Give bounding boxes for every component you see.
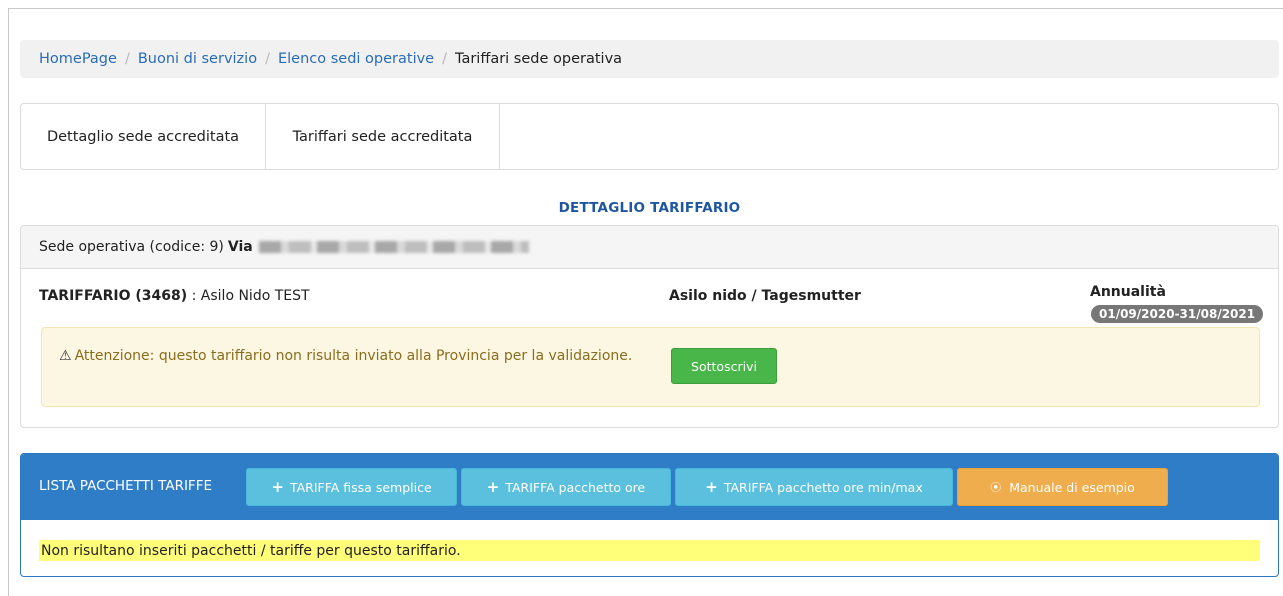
add-fixed-tariff-label: TARIFFA fissa semplice [289,479,432,495]
add-minmax-package-button[interactable]: + TARIFFA pacchetto ore min/max [675,468,953,506]
add-hours-package-button[interactable]: + TARIFFA pacchetto ore [461,468,671,506]
warning-icon: ⚠ [59,348,72,364]
breadcrumb-buoni-di-servizio[interactable]: Buoni di servizio [138,51,257,67]
sede-label: Sede operativa (codice: 9) [39,239,224,255]
panel-header: Sede operativa (codice: 9) Via [21,226,1278,269]
tariff-code: TARIFFARIO (3468) [39,288,188,304]
sottoscrivi-button[interactable]: Sottoscrivi [671,348,777,384]
tab-tariffari-sede[interactable]: Tariffari sede accreditata [266,104,500,169]
plus-icon: + [271,478,284,496]
tariff-title: TARIFFARIO (3468) : Asilo Nido TEST [39,288,310,304]
example-manual-button[interactable]: ⦿ Manuale di esempio [957,468,1168,506]
breadcrumb-separator: / [265,51,270,67]
plus-icon: + [705,478,718,496]
breadcrumb-elenco-sedi[interactable]: Elenco sedi operative [278,51,434,67]
add-minmax-package-label: TARIFFA pacchetto ore min/max [723,479,923,495]
sede-address: Via [227,239,253,255]
example-manual-label: Manuale di esempio [1009,479,1135,495]
service-type: Asilo nido / Tagesmutter [669,288,861,304]
breadcrumb-homepage[interactable]: HomePage [39,51,117,67]
tariff-packages-panel: LISTA PACCHETTI TARIFFE + TARIFFA fissa s… [20,453,1279,577]
tariff-panel: Sede operativa (codice: 9) Via TARIFFARI… [20,225,1279,428]
annual-period-badge: 01/09/2020-31/08/2021 [1091,305,1264,323]
tabs-bar: Dettaglio sede accreditata Tariffari sed… [20,103,1279,170]
tab-dettaglio-sede[interactable]: Dettaglio sede accreditata [21,104,266,169]
tariff-row: TARIFFARIO (3468) : Asilo Nido TEST Asil… [39,284,1269,318]
redacted-address [258,241,529,253]
breadcrumb-separator: / [442,51,447,67]
add-fixed-tariff-button[interactable]: + TARIFFA fissa semplice [246,468,457,506]
add-hours-package-label: TARIFFA pacchetto ore [505,479,646,495]
tariff-name: : Asilo Nido TEST [187,288,310,304]
plus-icon: + [486,478,500,496]
alert-message: ⚠ Attenzione: questo tariffario non risul… [59,349,659,364]
tariff-packages-header: LISTA PACCHETTI TARIFFE + TARIFFA fissa s… [21,454,1278,520]
section-title: DETTAGLIO TARIFFARIO [558,200,741,216]
alert-text: Attenzione: questo tariffario non risult… [74,348,633,364]
breadcrumb-separator: / [124,51,130,67]
download-icon: ⦿ [990,481,1002,494]
annual-label: Annualità [1090,284,1166,300]
breadcrumb-current: Tariffari sede operativa [455,51,623,67]
warning-alert: ⚠ Attenzione: questo tariffario non risul… [41,327,1260,407]
empty-list-message: Non risultano inseriti pacchetti / tarif… [39,540,1260,561]
breadcrumb: HomePage / Buoni di servizio / Elenco se… [20,40,1279,78]
tariff-packages-title: LISTA PACCHETTI TARIFFE [39,478,212,494]
